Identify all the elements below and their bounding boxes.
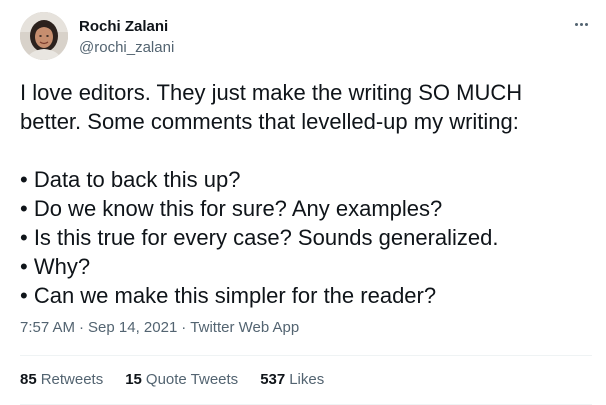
ellipsis-icon <box>574 22 578 26</box>
bullet-item: • Do we know this for sure? Any examples… <box>20 196 443 221</box>
retweets-label: Retweets <box>40 371 104 388</box>
retweets-stat[interactable]: 85 Retweets <box>20 370 103 390</box>
author-names: Rochi Zalani @rochi_zalani <box>79 17 174 58</box>
meta-separator: · <box>79 319 85 336</box>
bullet-item: • Is this true for every case? Sounds ge… <box>20 225 499 250</box>
quote-tweets-stat[interactable]: 15 Quote Tweets <box>125 370 238 390</box>
divider <box>20 355 592 356</box>
ellipsis-dot <box>579 22 583 26</box>
quote-tweets-count: 15 <box>125 371 142 388</box>
likes-label: Likes <box>289 371 325 388</box>
tweet-meta: 7:57 AM · Sep 14, 2021 · Twitter Web App <box>20 318 299 338</box>
bullet-item: • Can we make this simpler for the reade… <box>20 283 437 308</box>
tweet-intro-line: I love editors. They just make the writi… <box>20 80 523 105</box>
avatar[interactable] <box>20 12 68 60</box>
display-name[interactable]: Rochi Zalani <box>79 17 174 37</box>
engagement-stats: 85 Retweets 15 Quote Tweets 537 Likes <box>20 370 324 390</box>
bullet-list: • Data to back this up? • Do we know thi… <box>20 165 592 310</box>
tweet-time: 7:57 AM <box>20 319 76 336</box>
more-options-button[interactable] <box>570 16 592 32</box>
tweet-text: I love editors. They just make the writi… <box>20 78 592 310</box>
avatar-photo-icon <box>20 12 68 60</box>
timestamp-link[interactable]: 7:57 AM · Sep 14, 2021 <box>20 319 177 336</box>
source-link[interactable]: Twitter Web App <box>190 319 299 336</box>
bullet-item: • Why? <box>20 254 91 279</box>
tweet-date: Sep 14, 2021 <box>88 319 178 336</box>
likes-count: 537 <box>260 371 286 388</box>
retweets-count: 85 <box>20 371 37 388</box>
bullet-item: • Data to back this up? <box>20 167 241 192</box>
quote-tweets-label: Quote Tweets <box>145 371 239 388</box>
tweet-card: Rochi Zalani @rochi_zalani I love editor… <box>0 0 606 405</box>
tweet-intro-line: better. Some comments that levelled-up m… <box>20 109 519 134</box>
likes-stat[interactable]: 537 Likes <box>260 370 324 390</box>
ellipsis-dot <box>584 22 588 26</box>
user-handle[interactable]: @rochi_zalani <box>79 38 174 58</box>
tweet-header: Rochi Zalani @rochi_zalani <box>20 12 592 64</box>
meta-separator: · <box>181 319 187 336</box>
